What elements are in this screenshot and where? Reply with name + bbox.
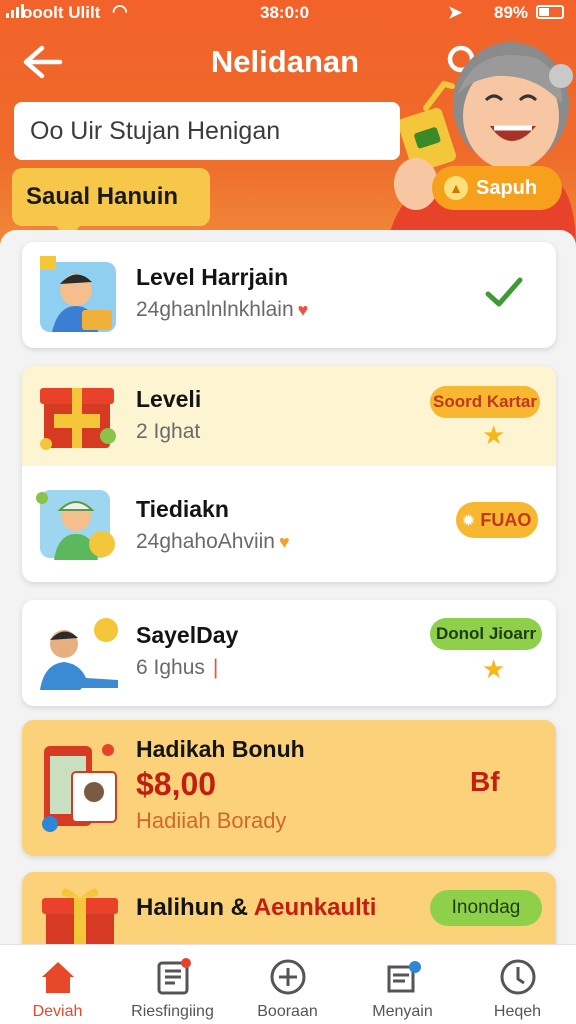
level-badge: ✹ FUAO [456,502,538,538]
level-row[interactable]: Leveli 2 Ighat Soord Kartar ★ [22,366,556,466]
man-reaching-illustration [40,618,118,690]
level-badge-text: FUAO [480,509,532,530]
back-arrow-icon[interactable] [20,42,64,82]
nav-item-deviah[interactable]: Deviah [0,945,115,1024]
level-card-group: Leveli 2 Ighat Soord Kartar ★ Tiediakn 2… [22,366,556,582]
app-header: ooolt Ulilt ◠ 38:0:0 ➤ 89% Nelidanan Sau… [0,0,576,250]
nav-item-booraan[interactable]: Booraan [230,945,345,1024]
bottom-nav: Deviah Riesfingiing Booraan Menyain Heqe… [0,944,576,1024]
section-tab[interactable]: Saual Hanuin [12,168,210,240]
heart-icon: ♥ [297,300,309,320]
level-card[interactable]: Level Harrjain 24ghanlnlnkhlain ♥ [22,242,556,348]
carrier-label: ooolt Ulilt [22,3,101,22]
level-subtitle-text: 24ghahoAhviin [136,530,275,553]
document-icon [157,958,191,995]
boy-avatar-illustration [40,256,116,332]
level-badge: Donol Jioarr [430,618,542,650]
level-title: Tiediakn [136,496,229,522]
home-icon [42,962,74,993]
level-title: Leveli [136,386,202,412]
nav-label: Riesfingiing [131,1003,214,1020]
level-subtitle: 24ghahoAhviin ♥ [136,530,290,554]
reward-title-b: Aeunkaulti [253,894,377,921]
level-title: Level Harrjain [136,264,289,290]
reward-title-a: Halihun & [136,894,248,921]
divider-mark: | [212,656,219,679]
bonus-tag: Bf [470,766,500,797]
star-icon: ★ [482,654,506,684]
level-subtitle: 2 Ighat [136,420,201,443]
gift-box-illustration [40,388,116,450]
sapuh-button-label: Sapuh [476,176,538,199]
level-badge: Soord Kartar [430,386,540,418]
level-card[interactable]: SayelDay 6 Ighus | Donol Jioarr ★ [22,600,556,706]
wifi-icon: ◠ [112,1,128,21]
nav-item-riesfingiing[interactable]: Riesfingiing [115,945,230,1024]
reward-badge[interactable]: Inondag [430,890,542,926]
battery-percent: 89% [494,3,529,22]
nav-label: Menyain [372,1003,433,1020]
bonus-title: Hadikah Bonuh [136,736,305,762]
help-icon [500,959,536,995]
plus-circle-icon [270,959,306,995]
sparkle-icon: ✹ [462,511,475,528]
level-subtitle-text: 24ghanlnlnkhlain [136,298,294,321]
bonus-card[interactable]: Hadikah Bonuh $8,00 Hadiiah Borady Bf [22,720,556,856]
nav-item-heqeh[interactable]: Heqeh [460,945,575,1024]
level-subtitle-text: 6 Ighus [136,656,205,679]
bonus-subtitle: Hadiiah Borady [136,808,287,833]
status-bar: ooolt Ulilt ◠ 38:0:0 ➤ 89% [0,0,576,26]
level-subtitle: 24ghanlnlnkhlain ♥ [136,298,308,322]
search-input[interactable] [14,102,400,160]
nav-label: Heqeh [493,1003,542,1020]
location-icon: ➤ [448,3,463,22]
level-row[interactable]: Tiediakn 24ghahoAhviin ♥ ✹ FUAO [22,466,556,582]
status-time: 38:0:0 [260,3,310,22]
nav-label: Deviah [32,1003,83,1020]
bonus-amount: $8,00 [136,766,217,802]
level-title: SayelDay [136,622,239,648]
check-icon [485,277,523,307]
nav-item-menyain[interactable]: Menyain [345,945,460,1024]
level-subtitle: 6 Ighus | [136,656,218,680]
mascot-illustration [386,42,576,250]
nav-label: Booraan [257,1003,318,1020]
sapuh-button[interactable]: ▲ Sapuh [432,166,562,210]
boy-cap-illustration [36,490,115,560]
coin-icon: ▲ [444,176,468,200]
reward-title: Halihun & Aeunkaulti [136,894,376,922]
battery-icon [536,5,564,19]
star-icon: ★ [482,420,506,450]
page-title: Nelidanan [210,44,360,79]
section-tab-label: Saual Hanuin [26,183,179,210]
phone-photos-illustration [42,744,117,832]
heart-icon: ♥ [278,532,290,552]
inbox-icon [387,961,421,993]
content-panel: Level Harrjain 24ghanlnlnkhlain ♥ Leveli … [0,230,576,962]
